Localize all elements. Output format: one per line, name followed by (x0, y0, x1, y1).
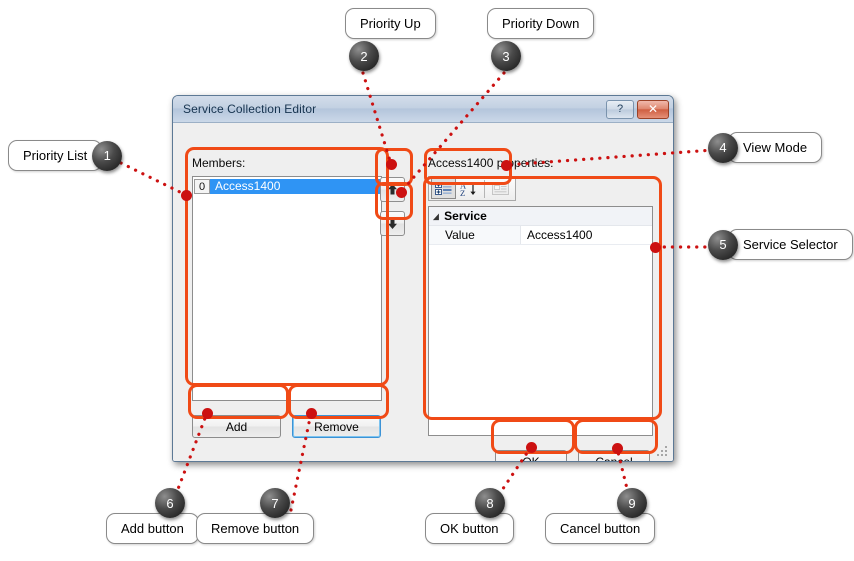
callout-label-4: View Mode (728, 132, 823, 163)
leader-dot-2 (386, 159, 397, 170)
alphabetical-sort-icon: A Z (460, 181, 476, 197)
property-toolbar: A Z (428, 176, 516, 201)
alphabetical-sort-button[interactable]: A Z (456, 178, 481, 199)
leader-dot-4 (501, 160, 512, 171)
property-category-header[interactable]: ◢ Service (429, 207, 652, 226)
callout-label-1: Priority List (8, 140, 103, 171)
property-grid[interactable]: ◢ Service Value Access1400 (428, 206, 653, 436)
leader-dot-5 (650, 242, 661, 253)
arrow-down-icon (388, 218, 397, 229)
svg-text:Z: Z (460, 188, 465, 197)
resize-grip[interactable] (657, 446, 669, 458)
callout-service-selector: 5 Service Selector (708, 229, 853, 260)
leader-dot-1 (181, 190, 192, 201)
toolbar-separator (484, 179, 485, 198)
callout-add-button: Add button 6 (106, 488, 199, 544)
categorized-view-icon (435, 182, 452, 195)
callout-ok-button: OK button 8 (425, 488, 514, 544)
callout-priority-list: Priority List 1 (8, 140, 123, 171)
property-pages-icon (492, 182, 509, 195)
callout-badge-7: 7 (260, 488, 290, 518)
property-pages-button[interactable] (488, 178, 513, 199)
leader-dot-9 (612, 443, 623, 454)
dialog-titlebar[interactable]: Service Collection Editor ? ✕ (173, 96, 673, 123)
callout-label-9: Cancel button (545, 513, 656, 544)
dialog-body: Members: Access1400 properties: 0 Access… (173, 123, 673, 461)
expander-icon[interactable]: ◢ (433, 212, 439, 221)
leader-dot-3 (396, 187, 407, 198)
callout-badge-1: 1 (92, 140, 123, 171)
member-index: 0 (194, 179, 210, 194)
leader-dot-6 (202, 408, 213, 419)
service-collection-editor-dialog: Service Collection Editor ? ✕ Members: A… (172, 95, 674, 462)
property-row[interactable]: Value Access1400 (429, 226, 652, 245)
callout-badge-8: 8 (475, 488, 505, 518)
callout-priority-down: Priority Down 3 (487, 8, 595, 71)
callout-badge-6: 6 (155, 488, 185, 518)
callout-badge-9: 9 (617, 488, 647, 518)
callout-label-7: Remove button (196, 513, 315, 544)
callout-label-6: Add button (106, 513, 199, 544)
callout-remove-button: Remove button 7 (196, 488, 315, 544)
callout-badge-4: 4 (708, 132, 738, 163)
callout-badge-5: 5 (708, 229, 738, 260)
callout-label-3: Priority Down (487, 8, 595, 39)
callout-badge-2: 2 (349, 41, 379, 71)
member-name: Access1400 (210, 179, 380, 194)
callout-cancel-button: Cancel button 9 (545, 488, 656, 544)
close-button[interactable]: ✕ (637, 99, 669, 119)
members-list[interactable]: 0 Access1400 (192, 176, 382, 401)
members-label: Members: (192, 156, 246, 170)
leader-dot-7 (306, 408, 317, 419)
property-value[interactable]: Access1400 (521, 226, 652, 244)
property-category-label: Service (444, 209, 487, 223)
callout-view-mode: 4 View Mode (708, 132, 823, 163)
remove-button[interactable]: Remove (292, 415, 381, 438)
list-item[interactable]: 0 Access1400 (194, 178, 380, 195)
move-down-button[interactable] (380, 211, 405, 236)
properties-label: Access1400 properties: (428, 156, 554, 170)
leader-dot-8 (526, 442, 537, 453)
callout-label-2: Priority Up (345, 8, 436, 39)
dialog-title: Service Collection Editor (183, 102, 317, 116)
categorized-view-button[interactable] (431, 178, 456, 199)
callout-label-5: Service Selector (728, 229, 853, 260)
help-button[interactable]: ? (606, 99, 634, 119)
property-name: Value (429, 226, 521, 244)
callout-badge-3: 3 (491, 41, 521, 71)
callout-label-8: OK button (425, 513, 514, 544)
callout-priority-up: Priority Up 2 (345, 8, 436, 71)
